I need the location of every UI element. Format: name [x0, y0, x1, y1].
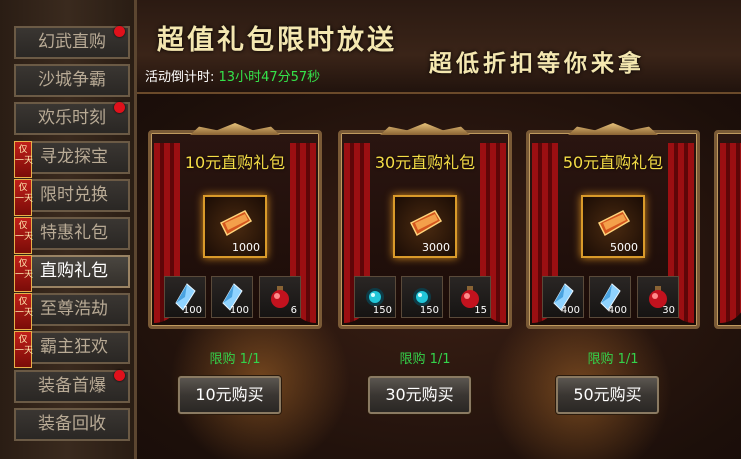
reward-count: 100: [182, 305, 202, 316]
buy-button[interactable]: 50元购买: [556, 376, 659, 414]
purchase-limit: 限购 1/1: [587, 352, 639, 367]
pack-title: 50元直购礼包: [562, 153, 664, 172]
banner-header: 超值礼包限时放送 超低折扣等你来拿 活动倒计时: 13小时47分57秒: [137, 0, 741, 94]
reward-count: 100: [229, 305, 249, 316]
countdown: 活动倒计时: 13小时47分57秒: [145, 66, 320, 85]
reward-slots: 100 100 6: [164, 276, 308, 318]
sidebar-item-label: 至尊浩劫: [40, 299, 108, 319]
reward-count: 150: [372, 305, 392, 316]
ingot-book-icon: [409, 209, 443, 237]
ingot-book-icon: [219, 209, 253, 237]
pack-title: 1: [717, 149, 741, 168]
reward-slots: 150 150 15: [354, 276, 498, 318]
sidebar-item[interactable]: 仅 一天 限时兑换: [14, 179, 130, 216]
reward-slot[interactable]: 100: [211, 276, 253, 318]
reward-count: 150: [419, 305, 439, 316]
limited-tag: 仅 一天: [14, 217, 33, 254]
sidebar: 幻武直购 沙城争霸 欢乐时刻仅 一天 寻龙探宝仅 一天 限时兑换仅 一天 特惠礼包仅 一天…: [0, 0, 137, 459]
buy-button[interactable]: 10元购买: [178, 376, 281, 414]
sidebar-item[interactable]: 仅 一天 寻龙探宝: [14, 141, 130, 178]
banner-title: 超值礼包限时放送: [157, 25, 397, 56]
reward-slot[interactable]: 30: [637, 276, 679, 318]
reward-slots: 400 400 30: [542, 276, 686, 318]
banner-subtitle: 超低折扣等你来拿: [429, 50, 645, 77]
reward-count: 400: [607, 305, 627, 316]
sidebar-item-label: 欢乐时刻: [38, 108, 106, 128]
gift-pack-card: 10元直购礼包 1000 100 100 6: [148, 123, 322, 329]
reward-count: 400: [560, 305, 580, 316]
card-crown-ornament: [380, 123, 470, 135]
sidebar-item[interactable]: 装备首爆: [14, 370, 130, 403]
sidebar-item[interactable]: 仅 一天 霸主狂欢: [14, 331, 130, 368]
sidebar-item[interactable]: 幻武直购: [14, 26, 130, 59]
countdown-value: 13小时47分57秒: [218, 70, 321, 85]
sidebar-item-label: 特惠礼包: [40, 223, 108, 243]
sidebar-item[interactable]: 仅 一天 特惠礼包: [14, 217, 130, 254]
game-window: 幻武直购 沙城争霸 欢乐时刻仅 一天 寻龙探宝仅 一天 限时兑换仅 一天 特惠礼包仅 一天…: [0, 0, 741, 459]
reward-count: 30: [662, 305, 675, 316]
countdown-label: 活动倒计时:: [145, 70, 215, 85]
pack-title: 10元直购礼包: [184, 153, 286, 172]
sidebar-item[interactable]: 装备回收: [14, 408, 130, 441]
curtain-left: [720, 143, 741, 323]
reward-count: 6: [290, 305, 297, 316]
sidebar-item[interactable]: 仅 一天 至尊浩劫: [14, 293, 130, 330]
reward-slot[interactable]: 150: [354, 276, 396, 318]
card-crown-ornament: [568, 123, 658, 135]
gift-pack-card: 50元直购礼包 5000 400 400 30: [526, 123, 700, 329]
reward-slot[interactable]: 400: [542, 276, 584, 318]
main-reward-slot[interactable]: 5000: [581, 195, 645, 258]
main-reward-slot[interactable]: 3000: [393, 195, 457, 258]
sidebar-item-label: 寻龙探宝: [40, 147, 108, 167]
notification-dot: [114, 26, 125, 37]
main-reward-count: 3000: [422, 241, 450, 254]
buy-button[interactable]: 30元购买: [368, 376, 471, 414]
reward-slot[interactable]: 150: [401, 276, 443, 318]
purchase-limit: 限购 1/1: [399, 352, 451, 367]
sidebar-item-label: 装备回收: [38, 414, 106, 434]
sidebar-item-label: 沙城争霸: [38, 70, 106, 90]
reward-slot[interactable]: 100: [164, 276, 206, 318]
reward-slot[interactable]: 15: [449, 276, 491, 318]
ingot-book-icon: [597, 209, 631, 237]
gift-pack-card: 30元直购礼包 3000 150 150 15: [338, 123, 512, 329]
limited-tag: 仅 一天: [14, 179, 33, 216]
main-reward-count: 5000: [610, 241, 638, 254]
sidebar-item-label: 限时兑换: [40, 185, 108, 205]
main-reward-slot[interactable]: 1000: [203, 195, 267, 258]
reward-count: 15: [474, 305, 487, 316]
sidebar-item[interactable]: 欢乐时刻: [14, 102, 130, 135]
sidebar-item-label: 霸主狂欢: [40, 337, 108, 357]
reward-slot[interactable]: 6: [259, 276, 301, 318]
limited-tag: 仅 一天: [14, 141, 33, 178]
limited-tag: 仅 一天: [14, 293, 33, 330]
purchase-limit: 限购 1/1: [209, 352, 261, 367]
notification-dot: [114, 370, 125, 381]
gift-pack-card: 1: [714, 130, 741, 329]
sidebar-item[interactable]: 沙城争霸: [14, 64, 130, 97]
sidebar-item-label: 幻武直购: [38, 32, 106, 52]
reward-slot[interactable]: 400: [589, 276, 631, 318]
sidebar-item-label: 直购礼包: [40, 261, 108, 281]
main-reward-count: 1000: [232, 241, 260, 254]
limited-tag: 仅 一天: [14, 331, 33, 368]
sidebar-item-label: 装备首爆: [38, 376, 106, 396]
card-crown-ornament: [190, 123, 280, 135]
notification-dot: [114, 102, 125, 113]
limited-tag: 仅 一天: [14, 255, 33, 292]
sidebar-item[interactable]: 仅 一天 直购礼包: [14, 255, 130, 292]
pack-title: 30元直购礼包: [374, 153, 476, 172]
